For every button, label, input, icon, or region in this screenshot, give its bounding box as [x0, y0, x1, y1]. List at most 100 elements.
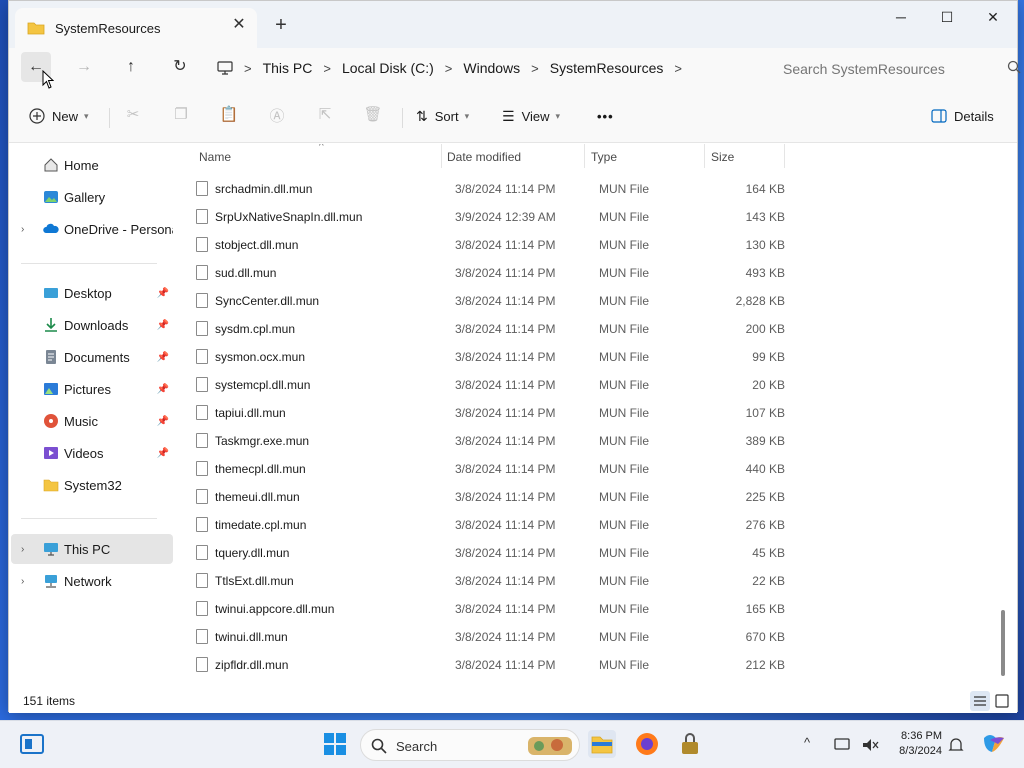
show-hidden-icons-chevron[interactable]: ^ [804, 735, 810, 750]
file-row[interactable]: tquery.dll.mun 3/8/2024 11:14 PM MUN File 4… [179, 538, 799, 566]
rename-icon[interactable]: Ⓐ [266, 105, 288, 127]
pin-icon[interactable]: 📌 [157, 320, 169, 331]
paste-icon[interactable]: 📋 [218, 105, 240, 127]
up-button[interactable]: ↑ [116, 52, 146, 82]
tab-title: SystemResources [55, 20, 161, 36]
desktop-icon [44, 288, 58, 298]
file-row[interactable]: zipfldr.dll.mun 3/8/2024 11:14 PM MUN File… [179, 650, 799, 678]
file-icon [196, 517, 208, 532]
column-divider[interactable] [584, 144, 585, 168]
close-tab-icon[interactable]: ✕ [229, 15, 249, 35]
file-row[interactable]: themeui.dll.mun 3/8/2024 11:14 PM MUN File… [179, 482, 799, 510]
breadcrumb-windows[interactable]: Windows [463, 60, 520, 76]
sidebar-item-documents[interactable]: Documents 📌 [11, 342, 173, 372]
search-input[interactable] [771, 54, 1019, 84]
column-header-size[interactable]: Size [711, 150, 734, 164]
forward-button[interactable]: → [69, 52, 99, 82]
sidebar-item-this-pc[interactable]: › This PC [11, 534, 173, 564]
expand-chevron-icon[interactable]: › [21, 544, 24, 555]
file-row[interactable]: sud.dll.mun 3/8/2024 11:14 PM MUN File 493 … [179, 258, 799, 286]
breadcrumb-expand[interactable]: > [674, 61, 682, 76]
column-divider[interactable] [441, 144, 442, 168]
file-row[interactable]: systemcpl.dll.mun 3/8/2024 11:14 PM MUN Fi… [179, 370, 799, 398]
windows-start-icon[interactable] [321, 730, 349, 758]
file-row[interactable]: timedate.cpl.mun 3/8/2024 11:14 PM MUN Fil… [179, 510, 799, 538]
taskbar-search-box[interactable]: Search [360, 729, 580, 761]
file-row[interactable]: Taskmgr.exe.mun 3/8/2024 11:14 PM MUN File… [179, 426, 799, 454]
details-view-icon[interactable] [970, 691, 990, 711]
close-window-button[interactable]: ✕ [973, 5, 1013, 29]
file-icon [196, 433, 208, 448]
minimize-button[interactable]: ─ [881, 5, 921, 29]
sidebar-item-downloads[interactable]: Downloads 📌 [11, 310, 173, 340]
pin-icon[interactable]: 📌 [157, 416, 169, 427]
large-icons-view-icon[interactable] [992, 691, 1012, 711]
breadcrumb-this-pc[interactable]: This PC [263, 60, 313, 76]
sidebar-item-gallery[interactable]: Gallery [11, 182, 173, 212]
monitor-icon[interactable] [217, 61, 233, 75]
sidebar-item-onedrive[interactable]: › OneDrive - Persona [11, 214, 173, 244]
copilot-icon[interactable] [980, 730, 1008, 758]
column-header-date[interactable]: Date modified [447, 150, 521, 164]
new-button[interactable]: New ▾ [29, 103, 89, 129]
system-clock[interactable]: 8:36 PM 8/3/2024 [890, 729, 942, 759]
download-icon [45, 318, 57, 332]
pin-icon[interactable]: 📌 [157, 384, 169, 395]
sidebar-item-videos[interactable]: Videos 📌 [11, 438, 173, 468]
column-header-name[interactable]: Name [199, 150, 231, 164]
firefox-icon[interactable] [633, 730, 661, 758]
pin-icon[interactable]: 📌 [157, 448, 169, 459]
sidebar-item-network[interactable]: › Network [11, 566, 173, 596]
sort-label: Sort [434, 108, 459, 124]
refresh-button[interactable]: ↻ [165, 52, 195, 82]
file-name: twinui.dll.mun [215, 630, 288, 644]
tab-systemresources[interactable]: SystemResources ✕ [15, 8, 257, 48]
pin-icon[interactable]: 📌 [157, 288, 169, 299]
security-app-icon[interactable] [676, 730, 704, 758]
sidebar-item-system32[interactable]: System32 [11, 470, 173, 500]
expand-chevron-icon[interactable]: › [21, 224, 24, 235]
sort-button[interactable]: ⇅ Sort ▾ [416, 103, 469, 129]
file-date: 3/8/2024 11:14 PM [455, 630, 556, 644]
file-row[interactable]: SyncCenter.dll.mun 3/8/2024 11:14 PM MUN F… [179, 286, 799, 314]
sidebar-item-music[interactable]: Music 📌 [11, 406, 173, 436]
sidebar-item-pictures[interactable]: Pictures 📌 [11, 374, 173, 404]
file-row[interactable]: sysdm.cpl.mun 3/8/2024 11:14 PM MUN File 20… [179, 314, 799, 342]
file-row[interactable]: srchadmin.dll.mun 3/8/2024 11:14 PM MUN Fi… [179, 174, 799, 202]
more-options-button[interactable]: ••• [597, 103, 614, 129]
vertical-scrollbar[interactable] [1001, 610, 1005, 676]
file-row[interactable]: SrpUxNativeSnapIn.dll.mun 3/9/2024 12:39 … [179, 202, 799, 230]
view-button[interactable]: ☰ View ▾ [502, 103, 560, 129]
details-button[interactable]: Details [931, 103, 994, 129]
column-divider[interactable] [704, 144, 705, 168]
column-header-type[interactable]: Type [591, 150, 617, 164]
column-divider[interactable] [784, 144, 785, 168]
file-explorer-taskbar-icon[interactable] [588, 730, 616, 758]
file-row[interactable]: twinui.dll.mun 3/8/2024 11:14 PM MUN File 6… [179, 622, 799, 650]
file-row[interactable]: sysmon.ocx.mun 3/8/2024 11:14 PM MUN File 9… [179, 342, 799, 370]
sidebar-item-home[interactable]: Home [11, 150, 173, 180]
volume-muted-icon[interactable] [860, 735, 880, 755]
pin-icon[interactable]: 📌 [157, 352, 169, 363]
expand-chevron-icon[interactable]: › [21, 576, 24, 587]
new-tab-button[interactable]: + [271, 13, 291, 37]
delete-icon[interactable]: 🗑 [362, 105, 384, 127]
copy-icon[interactable]: ❐ [170, 105, 192, 127]
notification-bell-icon[interactable] [946, 735, 966, 755]
sidebar-item-desktop[interactable]: Desktop 📌 [11, 278, 173, 308]
file-row[interactable]: stobject.dll.mun 3/8/2024 11:14 PM MUN Fil… [179, 230, 799, 258]
breadcrumb-local-disk[interactable]: Local Disk (C:) [342, 60, 434, 76]
task-view-icon[interactable] [18, 730, 46, 758]
file-row[interactable]: TtlsExt.dll.mun 3/8/2024 11:14 PM MUN File… [179, 566, 799, 594]
share-icon[interactable]: ⇱ [314, 105, 336, 127]
file-row[interactable]: tapiui.dll.mun 3/8/2024 11:14 PM MUN File 1… [179, 398, 799, 426]
file-row[interactable]: twinui.appcore.dll.mun 3/8/2024 11:14 PM M… [179, 594, 799, 622]
network-status-icon[interactable] [833, 735, 853, 755]
breadcrumb-systemresources[interactable]: SystemResources [550, 60, 664, 76]
clock-time: 8:36 PM [901, 730, 942, 742]
file-row[interactable]: themecpl.dll.mun 3/8/2024 11:14 PM MUN Fil… [179, 454, 799, 482]
maximize-button[interactable]: ☐ [927, 5, 967, 29]
file-date: 3/8/2024 11:14 PM [455, 294, 556, 308]
chevron-down-icon: ▾ [84, 110, 89, 121]
cut-icon[interactable]: ✂ [122, 105, 144, 127]
